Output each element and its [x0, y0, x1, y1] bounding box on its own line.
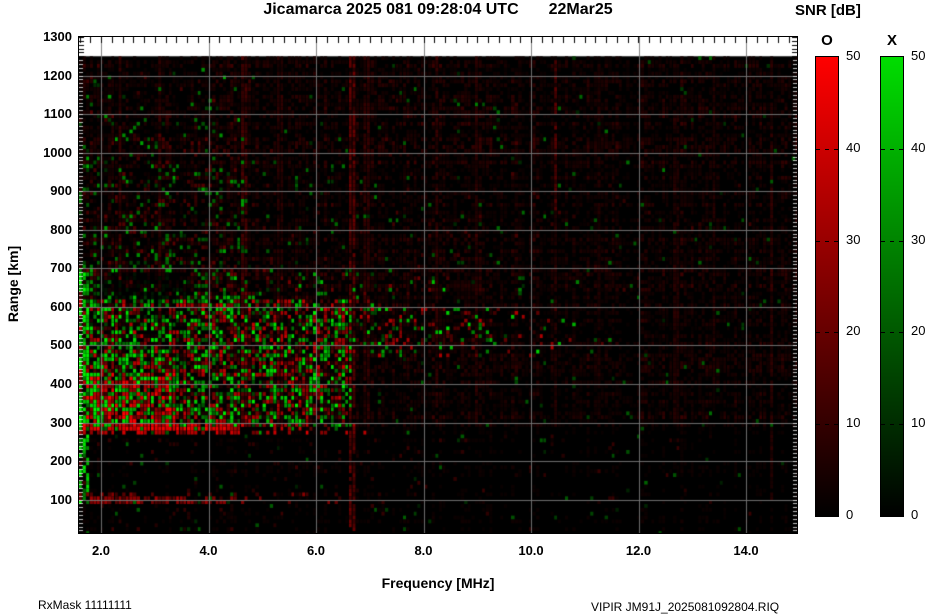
colorbar-x-mode-label: X — [886, 32, 897, 49]
colorbar-o-tick-label: 50 — [846, 48, 861, 63]
colorbar-tick-dash — [816, 332, 838, 334]
x-tick-label: 8.0 — [414, 543, 433, 558]
colorbar-o-tick-label: 30 — [846, 231, 861, 247]
plot-area — [78, 36, 798, 534]
x-tick-label: 6.0 — [306, 543, 326, 558]
colorbar-o-mode-label: O — [821, 32, 833, 49]
colorbar-x-tick-label: 20 — [911, 323, 926, 339]
colorbar-tick-dash — [881, 240, 903, 242]
y-tick-label: 1100 — [43, 106, 72, 122]
ionogram-page: Jicamarca 2025 081 09:28:04 UTC 22Mar25 S… — [0, 0, 932, 614]
colorbar-x-tick-label: 30 — [911, 231, 926, 247]
y-tick-label: 800 — [50, 221, 72, 237]
rx-mask-status: RxMask 11111111 — [38, 598, 132, 612]
x-axis-label: Frequency [MHz] — [381, 575, 495, 591]
title-station-time: Jicamarca 2025 081 09:28:04 UTC — [263, 1, 519, 18]
x-tick-label: 12.0 — [625, 543, 652, 558]
x-tick-label: 4.0 — [199, 543, 218, 558]
colorbar-o-tick-label: 20 — [846, 323, 861, 339]
colorbar-tick-dash — [816, 148, 838, 150]
y-tick-label: 700 — [50, 260, 72, 276]
colorbar-o-tick-label: 40 — [846, 139, 861, 155]
y-tick-label: 200 — [50, 453, 72, 469]
y-tick-label: 100 — [50, 491, 72, 507]
colorbar-x-tick-label: 50 — [911, 48, 926, 63]
x-tick-label: 10.0 — [518, 543, 544, 558]
colorbar-o-gradient — [815, 56, 839, 517]
y-tick-label: 300 — [50, 414, 72, 430]
colorbar-o-tick-label: 0 — [846, 507, 854, 522]
y-tick-label: 600 — [50, 298, 72, 314]
colorbar-o-tick-label: 10 — [846, 415, 861, 431]
colorbar-x-tick-label: 10 — [911, 415, 926, 431]
y-tick-label: 900 — [50, 183, 72, 199]
colorbar-tick-dash — [816, 424, 838, 426]
data-file-name: VIPIR JM91J_2025081092804.RIQ — [591, 600, 780, 614]
colorbar-tick-dash — [881, 332, 903, 334]
colorbar-tick-dash — [881, 148, 903, 150]
y-tick-label: 500 — [50, 337, 72, 353]
x-tick-label: 14.0 — [733, 543, 759, 558]
x-tick-label: 2.0 — [91, 543, 111, 558]
colorbar-tick-dash — [881, 424, 903, 426]
colorbar-x-gradient — [880, 56, 904, 517]
y-tick-label: 1000 — [43, 144, 72, 160]
y-tick-label: 400 — [50, 375, 72, 391]
y-tick-label: 1300 — [43, 29, 72, 44]
page-title: Jicamarca 2025 081 09:28:04 UTC 22Mar25 — [79, 1, 797, 19]
title-date: 22Mar25 — [548, 1, 613, 18]
y-tick-label: 1200 — [43, 67, 72, 83]
colorbar-x-tick-label: 40 — [911, 139, 926, 155]
ionogram-heatmap-canvas — [79, 37, 797, 533]
colorbar-tick-dash — [816, 240, 838, 242]
colorbar-x-tick-label: 0 — [911, 507, 919, 522]
colorbar-title: SNR [dB] — [795, 2, 861, 19]
y-axis-label: Range [km] — [5, 245, 21, 323]
